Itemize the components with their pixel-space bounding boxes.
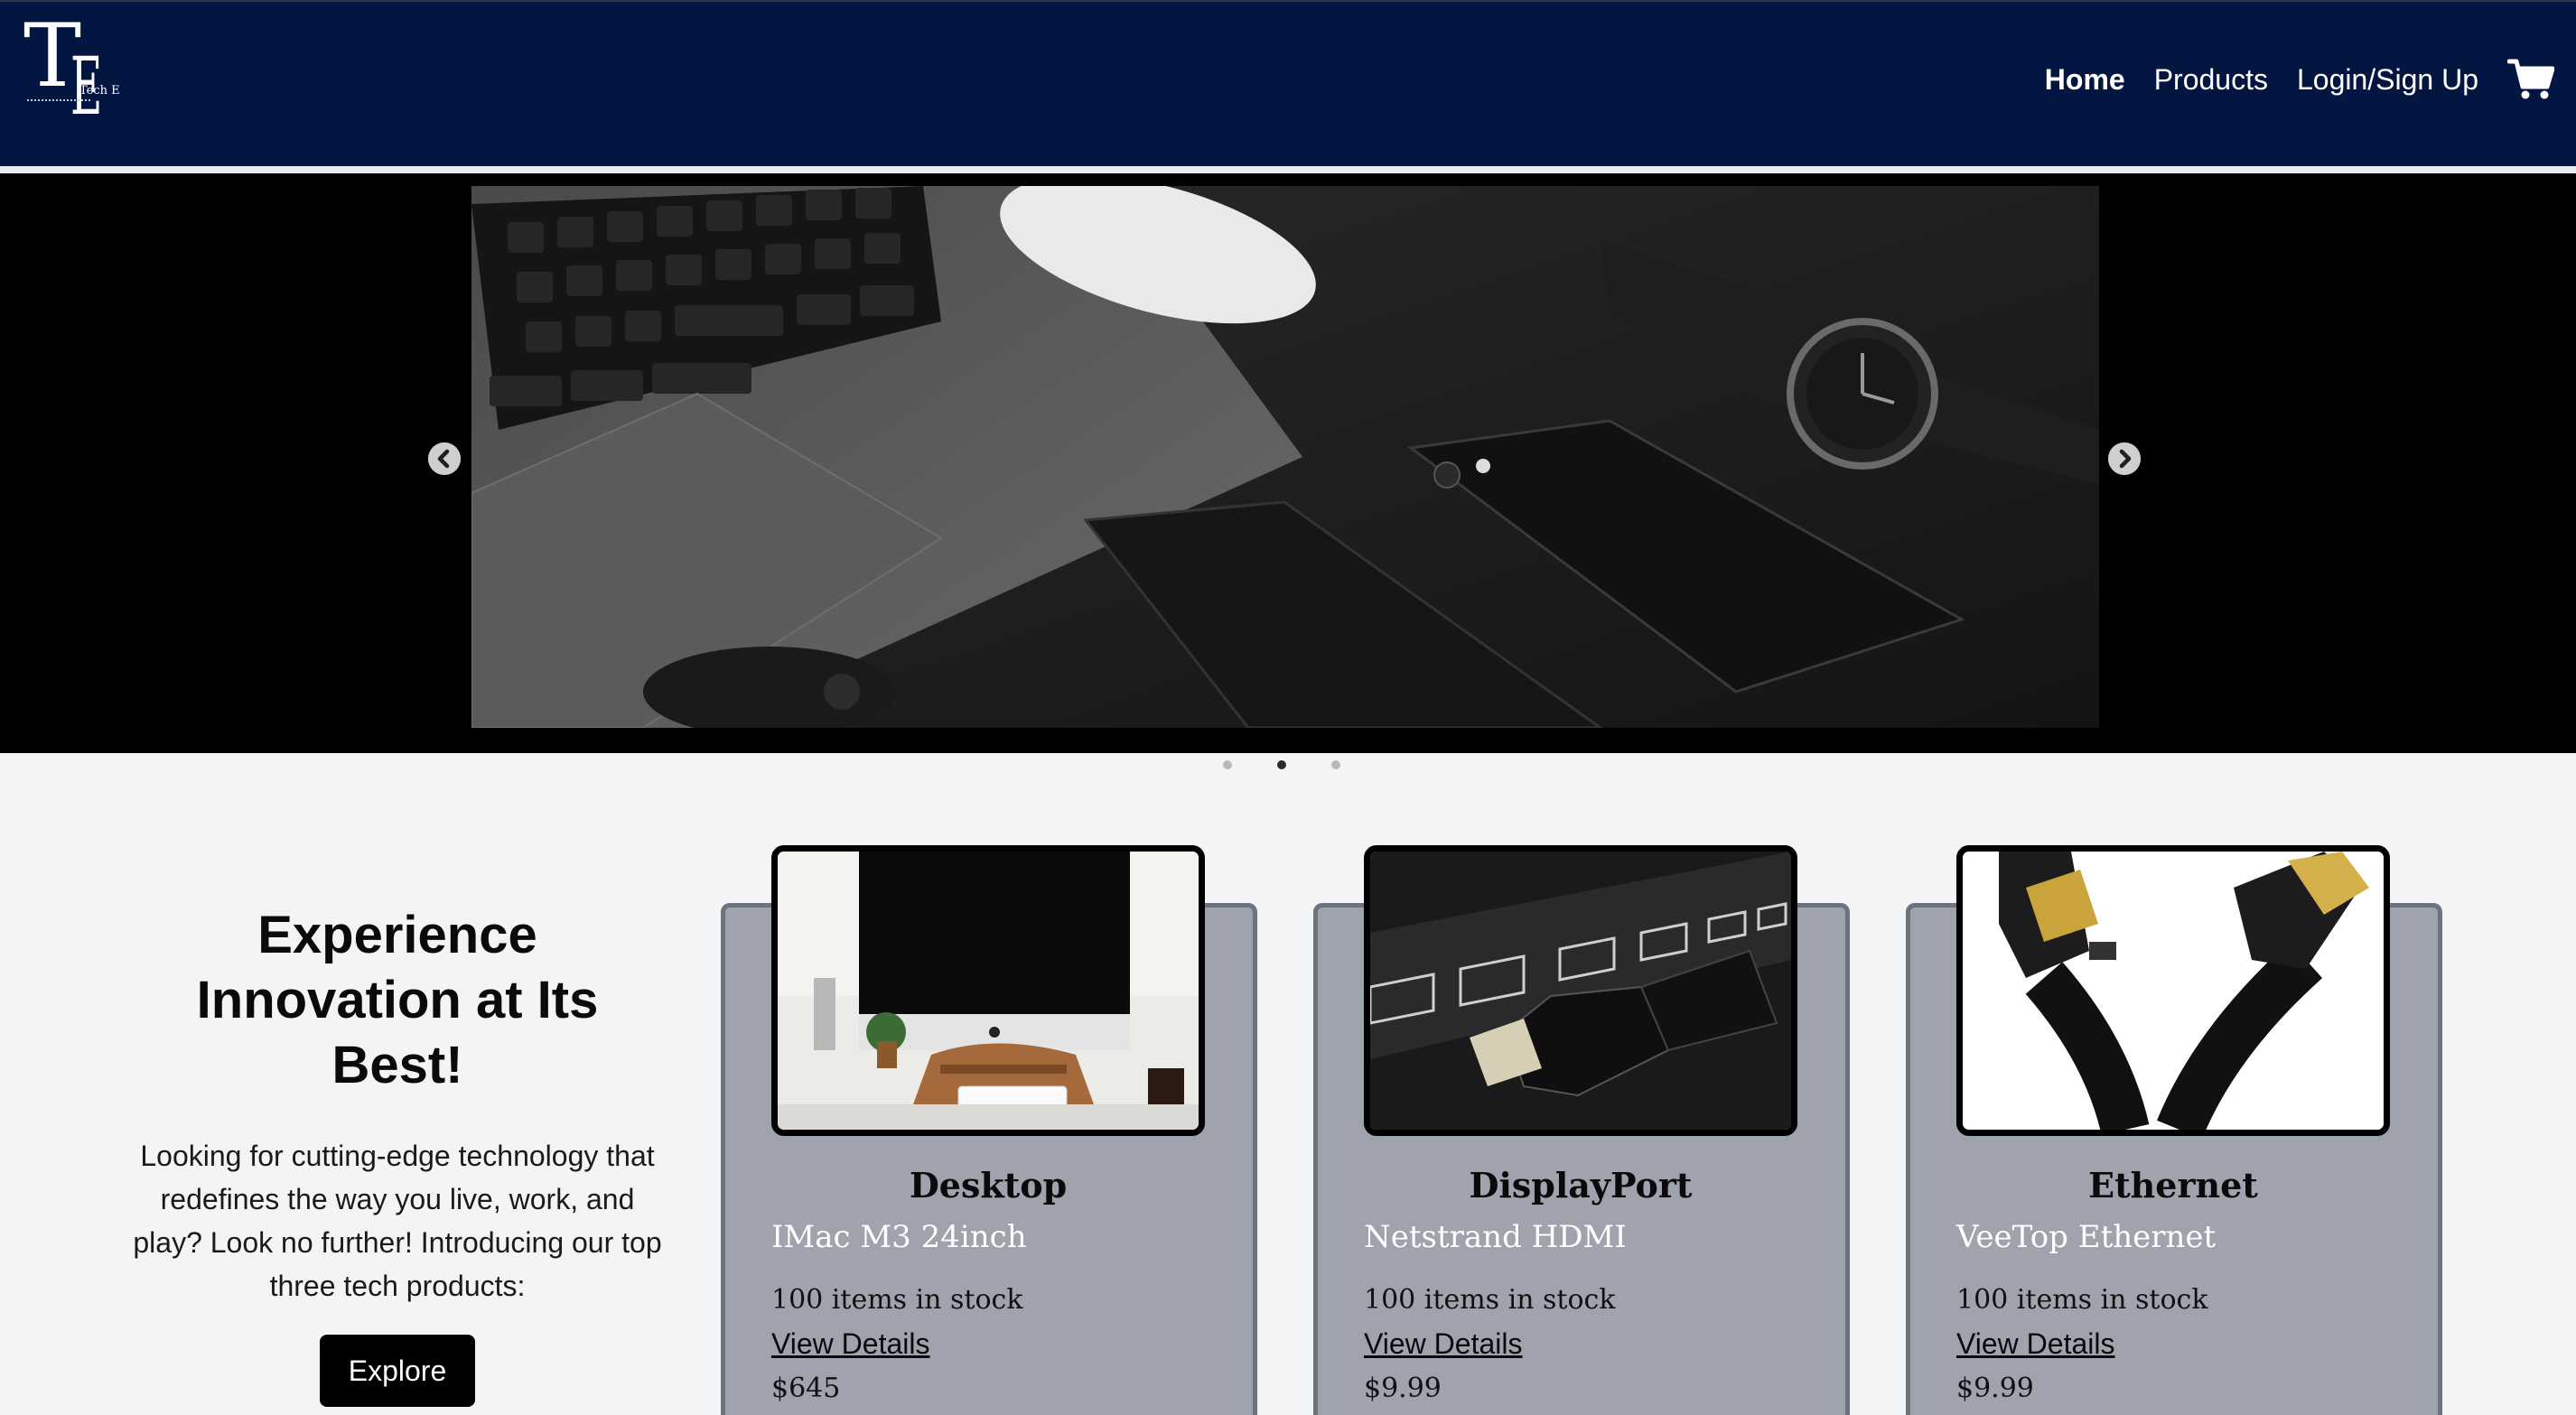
- nav-login-signup-link[interactable]: Login/Sign Up: [2297, 63, 2478, 97]
- nav-home-link[interactable]: Home: [2045, 63, 2125, 97]
- product-image-ethernet[interactable]: [1956, 845, 2390, 1136]
- view-details-link[interactable]: View Details: [1364, 1327, 1522, 1361]
- promo-heading: Experience Innovation at Its Best!: [196, 906, 599, 1094]
- hero-carousel: [0, 173, 2576, 753]
- carousel-dot-1[interactable]: [1223, 760, 1232, 769]
- brand-logo[interactable]: T E Tech E: [23, 13, 125, 126]
- carousel-slide-image: [471, 186, 2099, 728]
- chevron-left-icon: [428, 442, 461, 475]
- product-name: Netstrand HDMI: [1364, 1219, 1627, 1255]
- product-stock: 100 items in stock: [1364, 1284, 1616, 1316]
- navbar: T E Tech E Home Products Login/Sign Up: [0, 0, 2576, 166]
- product-name: VeeTop Ethernet: [1956, 1219, 2217, 1255]
- explore-button[interactable]: Explore: [320, 1335, 475, 1407]
- carousel-prev-button[interactable]: [428, 442, 461, 475]
- product-name: IMac M3 24inch: [771, 1219, 1027, 1255]
- product-category: Ethernet: [2088, 1165, 2258, 1206]
- product-category: Desktop: [909, 1165, 1068, 1206]
- nav-products-link[interactable]: Products: [2154, 63, 2268, 97]
- logo-subtext: Tech E: [79, 84, 120, 98]
- product-image-displayport[interactable]: [1364, 845, 1797, 1136]
- product-category: DisplayPort: [1469, 1165, 1693, 1206]
- carousel-next-button[interactable]: [2108, 442, 2141, 475]
- product-price: $9.99: [1364, 1373, 1442, 1404]
- product-stock: 100 items in stock: [1956, 1284, 2208, 1316]
- product-image-desktop[interactable]: [771, 845, 1205, 1136]
- product-price: $9.99: [1956, 1373, 2034, 1404]
- navbar-divider: [0, 166, 2576, 173]
- carousel-dot-3[interactable]: [1331, 760, 1340, 769]
- carousel-indicators: [1223, 760, 1349, 773]
- product-stock: 100 items in stock: [771, 1284, 1023, 1316]
- shopping-cart-icon[interactable]: [2506, 58, 2555, 101]
- product-price: $645: [771, 1373, 841, 1404]
- chevron-right-icon: [2108, 442, 2141, 475]
- carousel-dot-2[interactable]: [1277, 760, 1286, 769]
- view-details-link[interactable]: View Details: [1956, 1327, 2114, 1361]
- promo-text: Looking for cutting-edge technology that…: [133, 1140, 662, 1302]
- nav-menu: Home Products Login/Sign Up: [2045, 56, 2555, 103]
- promo-section: Experience Innovation at Its Best! Looki…: [126, 903, 668, 1407]
- view-details-link[interactable]: View Details: [771, 1327, 929, 1361]
